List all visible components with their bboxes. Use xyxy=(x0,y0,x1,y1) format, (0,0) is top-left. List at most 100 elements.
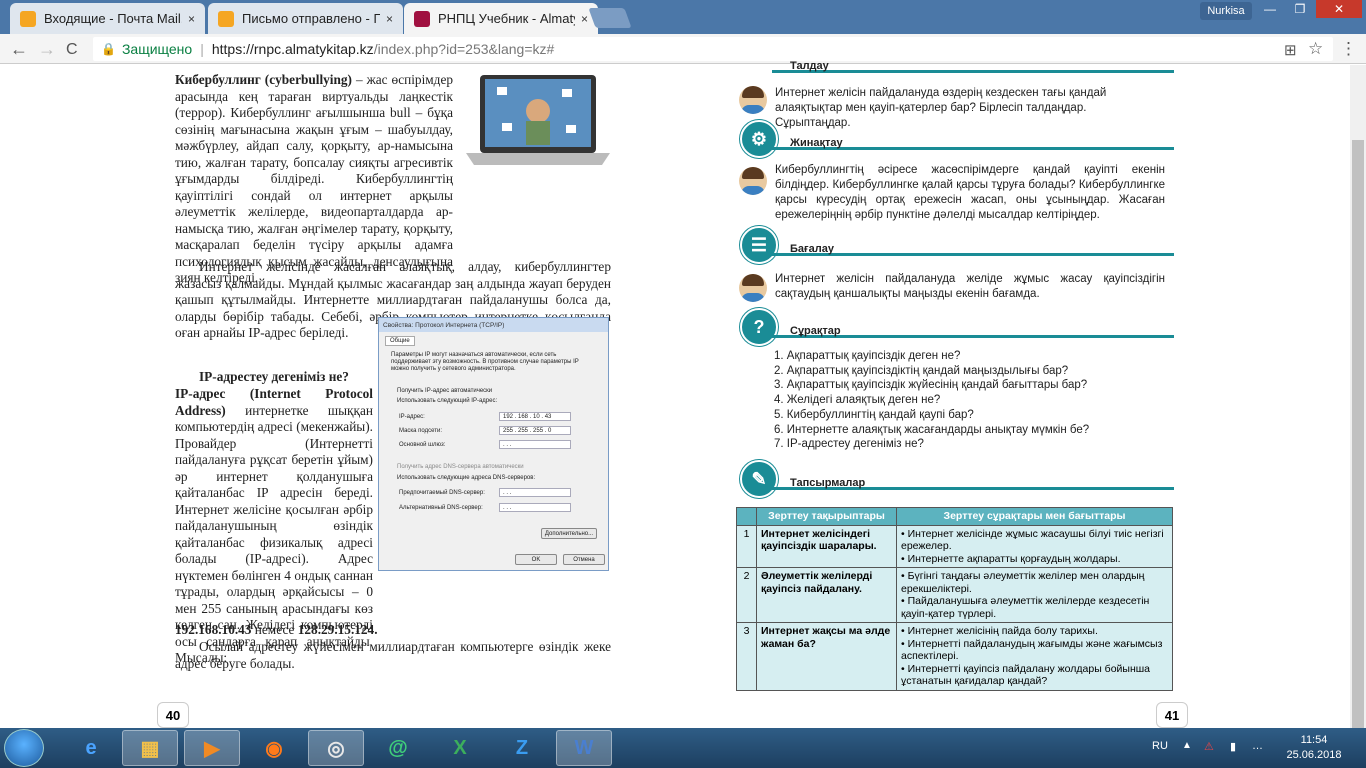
tab-label: РНПЦ Учебник - Almaty xyxy=(438,11,575,26)
maximize-button[interactable]: ❐ xyxy=(1286,0,1314,18)
back-button[interactable]: ← xyxy=(10,39,28,60)
ip-field: 192 . 168 . 10 . 43 xyxy=(499,412,571,421)
avatar xyxy=(739,86,767,114)
url-separator: | xyxy=(200,41,204,57)
clock-date: 25.06.2018 xyxy=(1286,749,1342,761)
translate-icon[interactable]: ⊞ xyxy=(1284,41,1297,59)
row-points: • Интернет желісінің пайда болу тарихы. … xyxy=(896,622,1173,691)
close-window-button[interactable]: ✕ xyxy=(1316,0,1362,18)
list-item: • Интернетті пайдаланудың жағымды және ж… xyxy=(901,637,1163,663)
list-item: 6. Интернетте алаяқтық жасағандарды анық… xyxy=(774,423,1090,436)
row-topic: Интернет жақсы ма әлде жаман ба? xyxy=(756,622,897,691)
reload-button[interactable]: C xyxy=(66,41,78,59)
menu-icon[interactable]: ⋮ xyxy=(1340,39,1357,59)
cyberbullying-illustration xyxy=(462,73,614,170)
page-number-right: 41 xyxy=(1156,702,1188,728)
manual-dns-option: Использовать следующие адреса DNS-сервер… xyxy=(397,475,536,481)
dialog-tab: Общие xyxy=(385,336,415,346)
section-tasks-header: Тапсырмалар xyxy=(742,477,1174,501)
row-points: • Бүгінгі таңдағы әлеуметтік желілер мен… xyxy=(896,567,1173,623)
chrome-icon[interactable]: ◎ xyxy=(308,730,364,766)
word-icon[interactable]: W xyxy=(556,730,612,766)
star-icon[interactable]: ☆ xyxy=(1308,39,1323,59)
close-icon[interactable]: × xyxy=(581,12,588,26)
system-clock[interactable]: 11:54 25.06.2018 xyxy=(1284,733,1344,763)
tab-mail-inbox[interactable]: Входящие - Почта Mail.F × xyxy=(10,3,205,34)
battery-icon[interactable]: ▮ xyxy=(1230,740,1236,753)
addressing-paragraph: Осылай адрестеу жүйесімен миллиардтаған … xyxy=(175,639,611,671)
scrollbar-thumb[interactable] xyxy=(1352,140,1364,728)
close-icon[interactable]: × xyxy=(386,12,393,26)
tab-textbook[interactable]: РНПЦ Учебник - Almaty × xyxy=(404,3,598,34)
list-item: 3. Ақпараттық қауіпсіздік жүйесінің қанд… xyxy=(774,379,1088,392)
section-title: Бағалау xyxy=(790,243,834,255)
forward-button[interactable]: → xyxy=(38,39,56,60)
list-item: • Бүгінгі таңдағы әлеуметтік желілер мен… xyxy=(901,570,1145,595)
tab-mail-sent[interactable]: Письмо отправлено - П × xyxy=(208,3,403,34)
header-cell: Зерттеу тақырыптары xyxy=(756,507,897,526)
dns2-field: . . . xyxy=(499,503,571,512)
cyberbullying-paragraph: Кибербуллинг (cyberbullying) – жас өспір… xyxy=(175,72,453,287)
section-title: Талдау xyxy=(790,60,829,72)
list-item: • Интернетте ақпаратты қорғаудың жолдары… xyxy=(901,552,1121,565)
section-assessment-header: Бағалау xyxy=(742,243,1174,267)
list-item: • Интернет желісінде жұмыс жасаушы білуі… xyxy=(901,527,1164,553)
list-item: 4. Желідегі алаяқтық деген не? xyxy=(774,394,941,407)
list-item: 7. IP-адрестеу дегеніміз не? xyxy=(774,438,924,451)
research-table: Зерттеу тақырыптары Зерттеу сұрақтары ме… xyxy=(736,507,1173,691)
media-player-icon[interactable]: ▶ xyxy=(184,730,240,766)
list-item: 1. Ақпараттық қауіпсіздік деген не? xyxy=(774,350,961,362)
excel-icon[interactable]: X xyxy=(432,730,488,766)
mail-agent-icon[interactable]: @ xyxy=(370,730,426,766)
summary-text: Кибербуллингтің әсіресе жасөспірімдерге … xyxy=(775,164,1165,221)
tray-expand-icon[interactable]: ▲ xyxy=(1182,740,1192,751)
dns1-field: . . . xyxy=(499,488,571,497)
header-cell xyxy=(736,507,757,526)
zoom-icon[interactable]: Z xyxy=(494,730,550,766)
row-number: 2 xyxy=(736,567,757,623)
avatar xyxy=(739,167,767,195)
firefox-icon[interactable]: ◉ xyxy=(246,730,302,766)
network-icon[interactable]: ⚠ xyxy=(1204,740,1214,753)
list-item: • Пайдаланушыға әлеуметтік желілерде кез… xyxy=(901,595,1150,620)
dns1-label: Предпочитаемый DNS-сервер: xyxy=(399,490,485,496)
dns2-label: Альтернативный DNS-сервер: xyxy=(399,505,483,511)
address-toolbar: ← → C 🔒 Защищено | https://rnpc.almatyki… xyxy=(0,34,1366,64)
cyberbullying-text: – жас өспірімдер арасында кең тараған ви… xyxy=(175,72,453,285)
gateway-label: Основной шлюз: xyxy=(399,442,446,448)
section-title: Сұрақтар xyxy=(790,325,841,337)
url-field[interactable]: 🔒 Защищено | https://rnpc.almatykitap.kz… xyxy=(93,37,1333,61)
row-points: • Интернет желісінде жұмыс жасаушы білуі… xyxy=(896,524,1173,568)
book-icon xyxy=(414,10,430,27)
avatar xyxy=(739,274,767,302)
analysis-text: Интернет желісін пайдалануда өздерің кез… xyxy=(775,87,1107,129)
auto-dns-option: Получить адрес DNS-сервера автоматически xyxy=(397,464,524,470)
questions-list: 1. Ақпараттық қауіпсіздік деген не? 2. А… xyxy=(774,349,1164,452)
mask-field: 255 . 255 . 255 . 0 xyxy=(499,426,571,435)
language-indicator[interactable]: RU xyxy=(1152,740,1168,752)
mail-icon xyxy=(218,10,234,27)
row-topic: Интернет желісіндегі қауіпсіздік шаралар… xyxy=(756,524,897,568)
start-button[interactable] xyxy=(4,729,44,767)
gateway-field: . . . xyxy=(499,440,571,449)
browser-tab-bar: Входящие - Почта Mail.F × Письмо отправл… xyxy=(0,0,1366,34)
new-tab-button[interactable] xyxy=(588,8,632,28)
clock-time: 11:54 xyxy=(1300,734,1328,746)
internet-explorer-icon[interactable]: e xyxy=(63,730,119,766)
signal-icon[interactable]: … xyxy=(1252,740,1263,752)
file-explorer-icon[interactable]: ▦ xyxy=(122,730,178,766)
manual-ip-option: Использовать следующий IP-адрес: xyxy=(397,398,498,404)
user-badge[interactable]: Nurkisa xyxy=(1200,2,1252,20)
list-item: 2. Ақпараттық қауіпсіздіктің қандай маңы… xyxy=(774,364,1069,377)
table-header-row: Зерттеу тақырыптары Зерттеу сұрақтары ме… xyxy=(736,507,1173,526)
advanced-button: Дополнительно... xyxy=(541,528,597,539)
list-item: 5. Кибербуллингтің қандай қаупі бар? xyxy=(774,408,974,421)
ok-button: OK xyxy=(515,554,557,565)
table-row: 2 Әлеуметтік желілерді қауіпсіз пайдалан… xyxy=(736,567,1173,623)
minimize-button[interactable]: — xyxy=(1256,0,1284,18)
ip-properties-dialog: Свойства: Протокол Интернета (TCP/IP) Об… xyxy=(378,317,609,571)
section-questions-header: Сұрақтар xyxy=(742,325,1174,349)
close-icon[interactable]: × xyxy=(188,12,195,26)
list-item: • Интернетті қауіпсіз пайдалану жолдары … xyxy=(901,662,1151,688)
auto-ip-option: Получить IP-адрес автоматически xyxy=(397,388,493,394)
